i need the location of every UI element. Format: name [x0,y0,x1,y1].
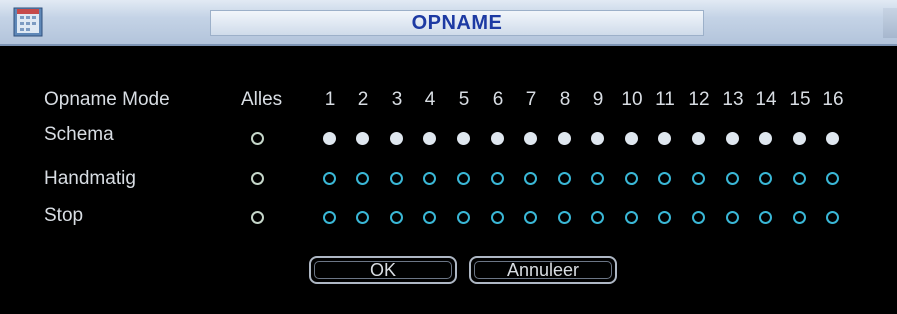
radio-manual-ch13[interactable] [726,172,739,185]
radio-stop-ch9[interactable] [591,211,604,224]
radio-schedule-ch14[interactable] [759,132,772,145]
row-label-manual: Handmatig [44,168,136,189]
calendar-app-icon [13,7,43,37]
radio-manual-ch6[interactable] [491,172,504,185]
channel-header-7: 7 [525,89,537,110]
radio-manual-ch14[interactable] [759,172,772,185]
radio-stop-ch10[interactable] [625,211,638,224]
channel-header-11: 11 [655,89,675,110]
radio-schedule-ch6[interactable] [491,132,504,145]
radio-stop-all[interactable] [251,211,264,224]
channel-header-16: 16 [822,89,844,110]
radio-stop-ch5[interactable] [457,211,470,224]
radio-schedule-ch2[interactable] [356,132,369,145]
channel-header-6: 6 [492,89,504,110]
radio-schedule-ch7[interactable] [524,132,537,145]
channel-header-8: 8 [559,89,571,110]
radio-schedule-ch3[interactable] [390,132,403,145]
radio-schedule-ch16[interactable] [826,132,839,145]
radio-manual-ch9[interactable] [591,172,604,185]
title-box: OPNAME [210,10,704,36]
radio-schedule-ch1[interactable] [323,132,336,145]
channel-header-5: 5 [458,89,470,110]
channel-header-2: 2 [357,89,369,110]
radio-manual-ch3[interactable] [390,172,403,185]
radio-manual-ch7[interactable] [524,172,537,185]
radio-manual-ch12[interactable] [692,172,705,185]
radio-schedule-ch9[interactable] [591,132,604,145]
radio-manual-ch8[interactable] [558,172,571,185]
radio-stop-ch3[interactable] [390,211,403,224]
radio-manual-ch4[interactable] [423,172,436,185]
title-bar: OPNAME [0,0,897,46]
cancel-button-label: Annuleer [506,259,580,280]
window-title: OPNAME [411,11,503,34]
radio-schedule-ch11[interactable] [658,132,671,145]
radio-stop-ch2[interactable] [356,211,369,224]
channel-header-1: 1 [324,89,336,110]
channel-header-12: 12 [688,89,710,110]
radio-stop-ch12[interactable] [692,211,705,224]
radio-schedule-ch13[interactable] [726,132,739,145]
radio-stop-ch16[interactable] [826,211,839,224]
channel-header-10: 10 [621,89,643,110]
ok-button[interactable]: OK [309,256,457,284]
channel-header-14: 14 [755,89,777,110]
channel-header-15: 15 [789,89,811,110]
radio-manual-ch1[interactable] [323,172,336,185]
title-bar-edge [883,8,897,38]
radio-stop-ch1[interactable] [323,211,336,224]
all-column-label: Alles [241,89,283,110]
channel-header-13: 13 [722,89,744,110]
radio-stop-ch14[interactable] [759,211,772,224]
radio-schedule-ch5[interactable] [457,132,470,145]
radio-schedule-all[interactable] [251,132,264,145]
radio-stop-ch6[interactable] [491,211,504,224]
radio-manual-ch10[interactable] [625,172,638,185]
radio-manual-ch15[interactable] [793,172,806,185]
radio-stop-ch4[interactable] [423,211,436,224]
channel-header-4: 4 [424,89,436,110]
radio-stop-ch15[interactable] [793,211,806,224]
cancel-button[interactable]: Annuleer [469,256,617,284]
radio-stop-ch8[interactable] [558,211,571,224]
channel-header-3: 3 [391,89,403,110]
channel-header-9: 9 [592,89,604,110]
radio-schedule-ch10[interactable] [625,132,638,145]
radio-schedule-ch4[interactable] [423,132,436,145]
radio-manual-all[interactable] [251,172,264,185]
radio-stop-ch13[interactable] [726,211,739,224]
radio-manual-ch16[interactable] [826,172,839,185]
radio-manual-ch5[interactable] [457,172,470,185]
row-label-stop: Stop [44,205,84,226]
radio-manual-ch2[interactable] [356,172,369,185]
radio-schedule-ch15[interactable] [793,132,806,145]
radio-stop-ch11[interactable] [658,211,671,224]
row-label-schedule: Schema [44,124,114,145]
radio-stop-ch7[interactable] [524,211,537,224]
record-mode-label: Opname Mode [44,89,170,110]
radio-schedule-ch8[interactable] [558,132,571,145]
ok-button-label: OK [369,259,396,280]
radio-schedule-ch12[interactable] [692,132,705,145]
radio-manual-ch11[interactable] [658,172,671,185]
